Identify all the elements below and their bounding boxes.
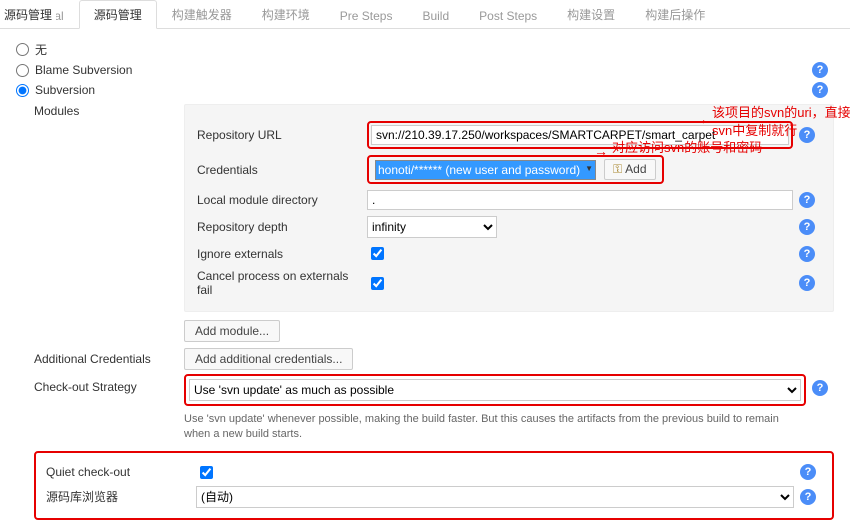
scm-blame-radio[interactable]: Blame Subversion — [16, 63, 132, 77]
depth-label: Repository depth — [197, 220, 367, 234]
tab-env[interactable]: 构建环境 — [247, 0, 325, 28]
local-dir-input[interactable] — [367, 190, 793, 210]
quiet-checkout-label: Quiet check-out — [46, 465, 196, 479]
repo-browser-label: 源码库浏览器 — [46, 488, 196, 505]
tab-build[interactable]: Build — [407, 3, 464, 28]
tab-settings[interactable]: 构建设置 — [552, 0, 630, 28]
ignore-ext-label: Ignore externals — [197, 247, 367, 261]
credentials-select[interactable]: honoti/****** (new user and password) — [375, 160, 596, 180]
ignore-ext-checkbox[interactable] — [371, 247, 384, 260]
help-icon[interactable]: ? — [799, 246, 815, 262]
annotation-cred: 对应访问svn的账号和密码 — [612, 140, 762, 157]
tab-bar: General 源码管理 构建触发器 构建环境 Pre Steps Build … — [0, 0, 850, 29]
cancel-ext-label: Cancel process on externals fail — [197, 269, 367, 297]
checkout-hint: Use 'svn update' whenever possible, maki… — [184, 412, 806, 443]
add-credentials-button[interactable]: ⚿Add — [604, 159, 656, 180]
scm-blame-label: Blame Subversion — [35, 63, 132, 77]
tab-postbuild[interactable]: 构建后操作 — [630, 0, 720, 28]
scm-none-radio[interactable]: 无 — [16, 41, 47, 58]
help-icon[interactable]: ? — [800, 489, 816, 505]
tab-pre[interactable]: Pre Steps — [325, 3, 408, 28]
key-icon: ⚿ — [613, 162, 622, 176]
help-icon[interactable]: ? — [800, 464, 816, 480]
side-title: 源码管理 — [0, 0, 56, 28]
annotation-url: 该项目的svn的uri，直接在svn中复制就行 — [712, 104, 850, 140]
tab-triggers[interactable]: 构建触发器 — [157, 0, 247, 28]
repo-browser-select[interactable]: (自动) — [196, 486, 794, 508]
tab-scm[interactable]: 源码管理 — [79, 0, 157, 29]
help-icon[interactable]: ? — [799, 275, 815, 291]
add-additional-cred-button[interactable]: Add additional credentials... — [184, 348, 353, 370]
checkout-label: Check-out Strategy — [34, 374, 184, 394]
quiet-checkout-checkbox[interactable] — [200, 466, 213, 479]
help-icon[interactable]: ? — [812, 82, 828, 98]
cancel-ext-checkbox[interactable] — [371, 277, 384, 290]
help-icon[interactable]: ? — [799, 219, 815, 235]
scm-svn-radio[interactable]: Subversion — [16, 83, 95, 97]
credentials-label: Credentials — [197, 163, 367, 177]
annotation-url-arrow: → — [694, 110, 708, 129]
tab-post[interactable]: Post Steps — [464, 3, 552, 28]
help-icon[interactable]: ? — [799, 192, 815, 208]
scm-svn-label: Subversion — [35, 83, 95, 97]
local-dir-label: Local module directory — [197, 193, 367, 207]
additional-cred-label: Additional Credentials — [34, 352, 184, 366]
annotation-cred-arrow: → — [594, 142, 608, 161]
repo-url-label: Repository URL — [197, 128, 367, 142]
scm-none-label: 无 — [35, 41, 47, 58]
depth-select[interactable]: infinity — [367, 216, 497, 238]
help-icon[interactable]: ? — [812, 62, 828, 78]
help-icon[interactable]: ? — [812, 380, 828, 396]
checkout-strategy-select[interactable]: Use 'svn update' as much as possible — [189, 379, 801, 401]
modules-label: Modules — [34, 104, 184, 118]
add-module-button[interactable]: Add module... — [184, 320, 280, 342]
